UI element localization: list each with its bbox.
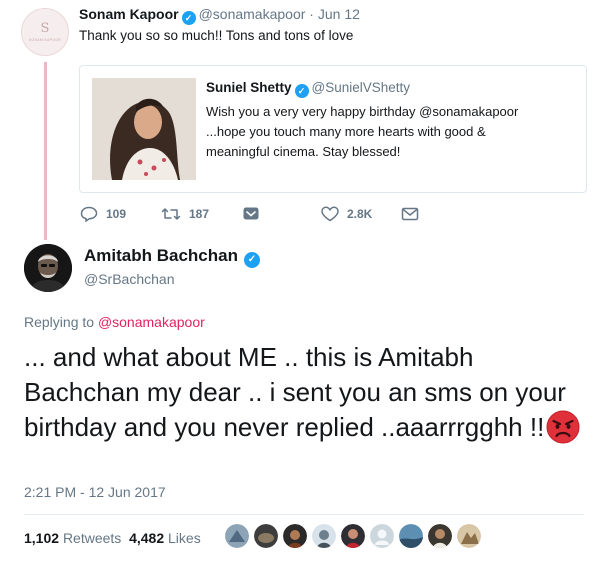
tweet-text-body: ... and what about ME .. this is Amitabh… bbox=[24, 342, 566, 442]
verified-icon: ✓ bbox=[243, 252, 260, 268]
replying-prefix: Replying to bbox=[24, 314, 98, 330]
heart-icon bbox=[321, 206, 339, 222]
quoted-text-line: meaningful cinema. Stay blessed! bbox=[206, 144, 401, 159]
avatar-logo-letter: S bbox=[40, 21, 50, 36]
tweet-text: Thank you so so much!! Tons and tons of … bbox=[79, 28, 354, 43]
quoted-text-line: ...hope you touch many more hearts with … bbox=[206, 124, 486, 139]
liker-avatar[interactable] bbox=[341, 524, 365, 548]
author-handle[interactable]: @SrBachchan bbox=[84, 271, 174, 287]
author-name-text: Amitabh Bachchan bbox=[84, 246, 238, 265]
quoted-tweet-text: Wish you a very very happy birthday @son… bbox=[206, 102, 518, 162]
like-count: 2.8K bbox=[347, 207, 373, 221]
retweets-count: 1,102 bbox=[24, 530, 60, 546]
liker-avatar[interactable] bbox=[225, 524, 249, 548]
engagement-stats: 1,102 Retweets 4,482 Likes bbox=[24, 530, 201, 546]
author-handle[interactable]: @sonamakapoor bbox=[199, 6, 306, 22]
date-separator: · bbox=[305, 6, 318, 22]
quoted-tweet-header: Suniel Shetty ✓ @SunielVShetty bbox=[206, 80, 410, 98]
tweet-date[interactable]: Jun 12 bbox=[318, 6, 360, 22]
liker-avatar[interactable] bbox=[399, 524, 423, 548]
retweets-label: Retweets bbox=[62, 530, 122, 546]
retweet-button[interactable]: 187 bbox=[161, 206, 209, 222]
thread-connector bbox=[44, 62, 47, 240]
reply-icon bbox=[80, 206, 98, 222]
divider bbox=[24, 514, 584, 515]
liker-avatar[interactable] bbox=[283, 524, 307, 548]
direct-message-button[interactable] bbox=[401, 206, 427, 222]
reply-button[interactable]: 109 bbox=[80, 206, 126, 222]
liker-avatar[interactable] bbox=[428, 524, 452, 548]
liker-avatar[interactable] bbox=[457, 524, 481, 548]
tweet-timestamp[interactable]: 2:21 PM - 12 Jun 2017 bbox=[24, 484, 166, 500]
quoted-tweet-photo bbox=[92, 78, 196, 180]
envelope-icon bbox=[401, 207, 419, 221]
liker-avatar[interactable] bbox=[312, 524, 336, 548]
tweet-header: Sonam Kapoor ✓ @sonamakapoor · Jun 12 bbox=[79, 6, 360, 25]
tweet-text: ... and what about ME .. this is Amitabh… bbox=[24, 340, 584, 445]
author-name[interactable]: Amitabh Bachchan ✓ bbox=[84, 246, 263, 268]
liker-avatar[interactable] bbox=[370, 524, 394, 548]
retweets-stat[interactable]: 1,102 Retweets bbox=[24, 530, 121, 546]
replying-to: Replying to @sonamakapoor bbox=[24, 314, 205, 330]
replying-to-link[interactable]: @sonamakapoor bbox=[98, 314, 205, 330]
liker-avatar[interactable] bbox=[254, 524, 278, 548]
quoted-text-line: Wish you a very very happy birthday @son… bbox=[206, 104, 519, 119]
quoted-author-name[interactable]: Suniel Shetty bbox=[206, 80, 292, 95]
angry-face-icon bbox=[546, 410, 580, 444]
message-button[interactable] bbox=[242, 206, 268, 222]
likes-count: 4,482 bbox=[129, 530, 165, 546]
retweet-count: 187 bbox=[189, 207, 210, 221]
verified-icon: ✓ bbox=[294, 84, 309, 98]
author-name[interactable]: Sonam Kapoor bbox=[79, 6, 179, 22]
retweet-icon bbox=[161, 208, 181, 220]
quoted-tweet[interactable]: Suniel Shetty ✓ @SunielVShetty Wish you a … bbox=[79, 65, 587, 193]
avatar[interactable]: S SONAM KAPOOR bbox=[21, 8, 69, 56]
verified-icon: ✓ bbox=[181, 11, 196, 25]
likes-stat[interactable]: 4,482 Likes bbox=[129, 530, 201, 546]
likers-avatars bbox=[225, 524, 486, 548]
quoted-author-handle[interactable]: @SunielVShetty bbox=[312, 80, 411, 95]
like-button[interactable]: 2.8K bbox=[321, 206, 372, 222]
reply-count: 109 bbox=[106, 207, 127, 221]
dm-icon bbox=[243, 207, 259, 220]
avatar-logo-text: SONAM KAPOOR bbox=[28, 38, 62, 42]
avatar[interactable] bbox=[24, 244, 72, 292]
likes-label: Likes bbox=[168, 530, 201, 546]
